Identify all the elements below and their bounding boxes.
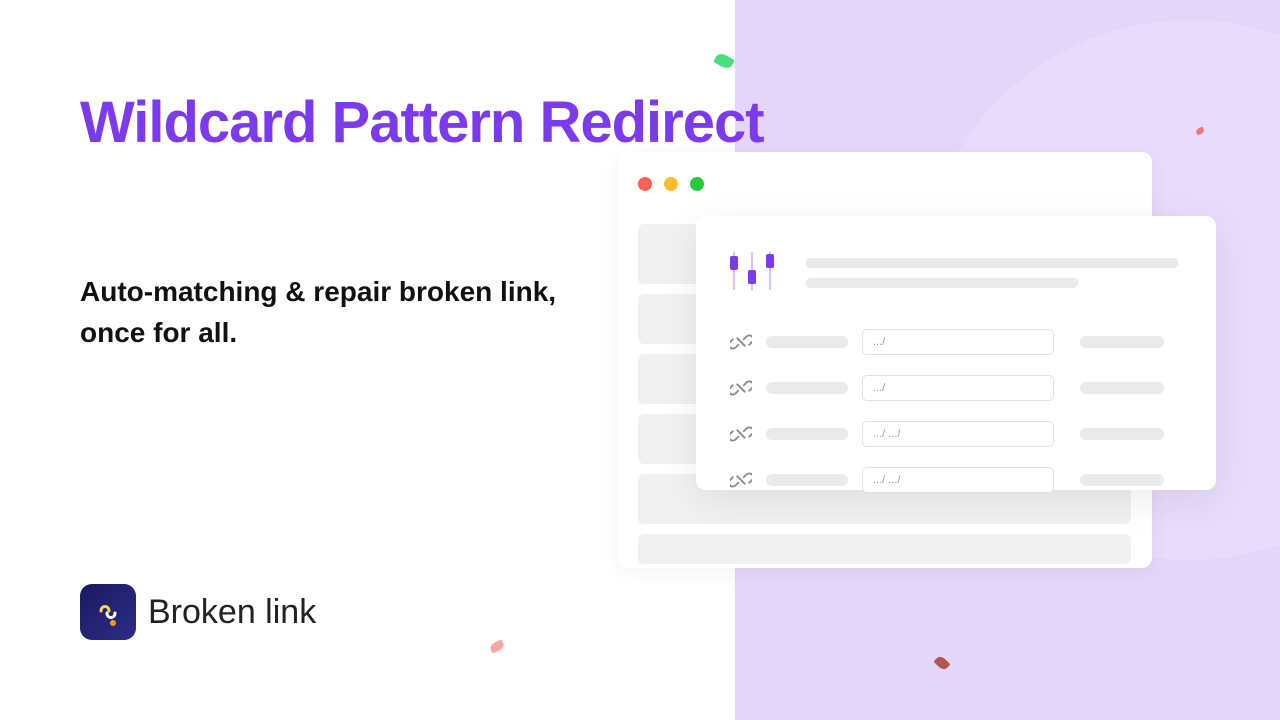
placeholder-trail	[1080, 474, 1164, 486]
window-controls	[638, 177, 704, 191]
broken-link-icon	[730, 331, 752, 353]
page-subtitle: Auto-matching & repair broken link, once…	[80, 272, 560, 353]
redirect-row: .../	[730, 330, 1180, 354]
pattern-input[interactable]: .../ .../	[862, 421, 1054, 447]
window-maximize-icon	[690, 177, 704, 191]
pattern-input[interactable]: .../	[862, 375, 1054, 401]
decorative-leaf	[713, 51, 735, 70]
window-minimize-icon	[664, 177, 678, 191]
mockup-heading-placeholder	[806, 258, 1178, 298]
broken-link-icon	[730, 469, 752, 491]
pattern-input[interactable]: .../ .../	[862, 467, 1054, 493]
redirect-row: .../	[730, 376, 1180, 400]
pattern-input[interactable]: .../	[862, 329, 1054, 355]
window-close-icon	[638, 177, 652, 191]
broken-link-icon	[730, 423, 752, 445]
brand-logo-icon	[80, 584, 136, 640]
page-title: Wildcard Pattern Redirect	[80, 85, 764, 160]
brand-name: Broken link	[148, 593, 316, 632]
decorative-leaf	[489, 639, 505, 653]
placeholder-label	[766, 382, 848, 394]
placeholder-label	[766, 336, 848, 348]
placeholder-trail	[1080, 336, 1164, 348]
placeholder-label	[766, 474, 848, 486]
placeholder-row	[638, 534, 1131, 564]
brand-logo-area: Broken link	[80, 584, 316, 640]
sliders-icon	[730, 252, 774, 290]
placeholder-trail	[1080, 382, 1164, 394]
redirect-row: .../ .../	[730, 468, 1180, 492]
redirect-rows: .../ .../ .../ .../ .../ .../	[730, 330, 1180, 514]
placeholder-label	[766, 428, 848, 440]
broken-link-icon	[730, 377, 752, 399]
redirect-row: .../ .../	[730, 422, 1180, 446]
placeholder-trail	[1080, 428, 1164, 440]
